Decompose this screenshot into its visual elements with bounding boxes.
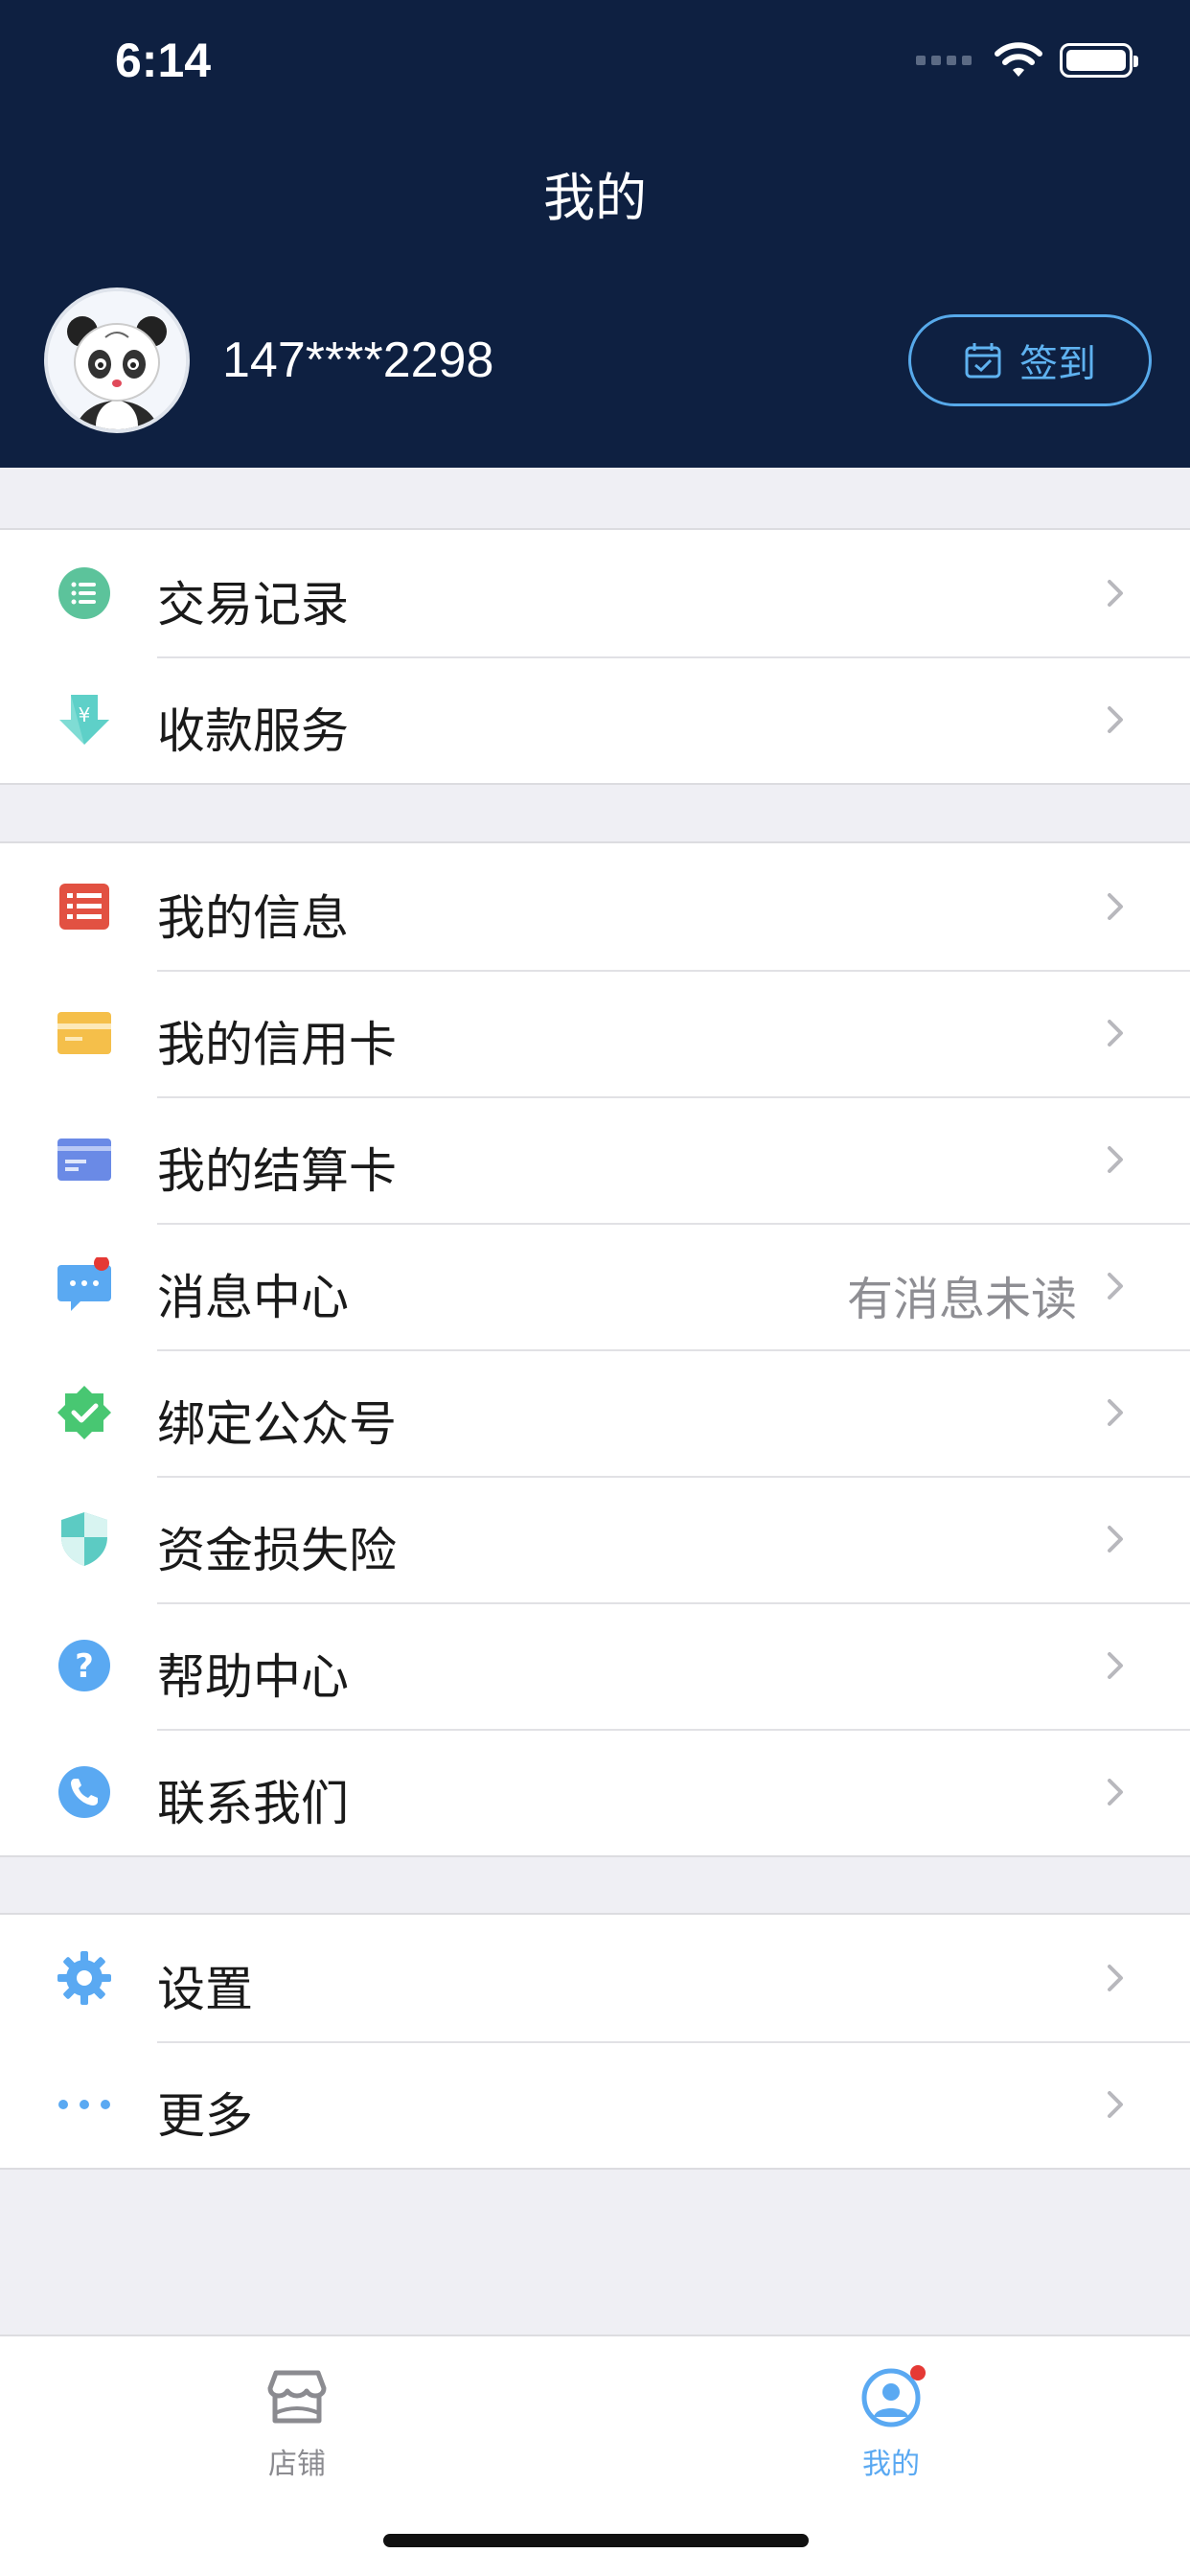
menu-item-label: 资金损失险: [157, 1523, 397, 1578]
credit-card-icon: [57, 1006, 111, 1060]
chevron-right-icon: [1108, 580, 1123, 607]
menu-item-transaction-records[interactable]: 交易记录: [0, 530, 1190, 656]
menu-group-settings: 设置 更多: [0, 1913, 1190, 2170]
avatar[interactable]: [44, 288, 190, 433]
phone-number: 147****2298: [222, 333, 494, 388]
help-icon: ?: [57, 1639, 111, 1692]
menu-item-contact-us[interactable]: 联系我们: [0, 1729, 1190, 1855]
menu-item-more[interactable]: 更多: [0, 2041, 1190, 2168]
info-list-icon: [57, 880, 111, 933]
tab-label: 我的: [862, 2448, 920, 2481]
tab-mine[interactable]: 我的: [795, 2365, 987, 2482]
signin-button[interactable]: 签到: [908, 314, 1152, 406]
chevron-right-icon: [1108, 1399, 1123, 1426]
verified-badge-icon: [57, 1386, 111, 1439]
svg-text:?: ?: [75, 1647, 94, 1686]
menu-item-settlement-card[interactable]: 我的结算卡: [0, 1096, 1190, 1223]
menu-item-credit-card[interactable]: 我的信用卡: [0, 970, 1190, 1096]
status-icons: [916, 42, 1138, 79]
signin-label: 签到: [1019, 342, 1096, 386]
menu-item-label: 联系我们: [157, 1776, 349, 1831]
store-icon: [267, 2370, 327, 2424]
battery-icon: [1060, 43, 1138, 78]
menu-item-fund-loss-insurance[interactable]: 资金损失险: [0, 1476, 1190, 1602]
chevron-right-icon: [1108, 1020, 1123, 1046]
menu-item-label: 我的结算卡: [157, 1143, 397, 1199]
menu-item-label: 收款服务: [157, 703, 349, 759]
profile-header: 6:14 我的 147****2298 签到: [0, 0, 1190, 468]
menu-item-label: 更多: [157, 2088, 253, 2144]
menu-item-message-center[interactable]: 消息中心 有消息未读: [0, 1223, 1190, 1349]
message-icon: [57, 1257, 111, 1313]
chevron-right-icon: [1108, 893, 1123, 920]
panda-avatar-icon: [48, 291, 186, 429]
home-indicator[interactable]: [383, 2534, 809, 2547]
phone-icon: [57, 1765, 111, 1819]
wifi-icon: [995, 42, 1042, 77]
tab-label: 店铺: [268, 2448, 326, 2481]
tab-store[interactable]: 店铺: [201, 2365, 393, 2482]
chevron-right-icon: [1108, 1779, 1123, 1806]
shield-icon: [57, 1512, 111, 1566]
more-dots-icon: [57, 2078, 111, 2131]
calendar-check-icon: [965, 343, 1001, 379]
profile-icon: [861, 2365, 926, 2427]
menu-item-label: 帮助中心: [157, 1649, 349, 1705]
menu-group-account: 我的信息 我的信用卡 我的结算卡 消息中心 有消息未读 绑定公众号 资金损失险 …: [0, 841, 1190, 1857]
chevron-right-icon: [1108, 1273, 1123, 1300]
menu-item-bind-official-account[interactable]: 绑定公众号: [0, 1349, 1190, 1476]
debit-card-icon: [57, 1133, 111, 1186]
menu-item-label: 我的信用卡: [157, 1017, 397, 1072]
chevron-right-icon: [1108, 706, 1123, 733]
menu-item-label: 消息中心: [157, 1270, 349, 1325]
menu-item-label: 交易记录: [157, 577, 349, 632]
menu-item-label: 绑定公众号: [157, 1396, 397, 1452]
menu-item-settings[interactable]: 设置: [0, 1915, 1190, 2041]
chevron-right-icon: [1108, 1652, 1123, 1679]
yen-download-icon: ¥: [57, 693, 111, 747]
chevron-right-icon: [1108, 2091, 1123, 2118]
chevron-right-icon: [1108, 1965, 1123, 1991]
menu-item-payment-service[interactable]: ¥ 收款服务: [0, 656, 1190, 783]
menu-item-help-center[interactable]: ? 帮助中心: [0, 1602, 1190, 1729]
page-title: 我的: [543, 168, 647, 228]
gear-icon: [57, 1951, 111, 2005]
menu-item-label: 设置: [157, 1962, 253, 2017]
unread-hint: 有消息未读: [846, 1273, 1077, 1326]
menu-item-label: 我的信息: [157, 890, 349, 946]
menu-group-transactions: 交易记录 ¥ 收款服务: [0, 528, 1190, 785]
list-icon: [57, 566, 111, 620]
chevron-right-icon: [1108, 1526, 1123, 1552]
menu-item-my-info[interactable]: 我的信息: [0, 843, 1190, 970]
chevron-right-icon: [1108, 1146, 1123, 1173]
status-time: 6:14: [115, 34, 212, 87]
signal-icon: [916, 56, 972, 65]
svg-text:¥: ¥: [79, 703, 91, 726]
